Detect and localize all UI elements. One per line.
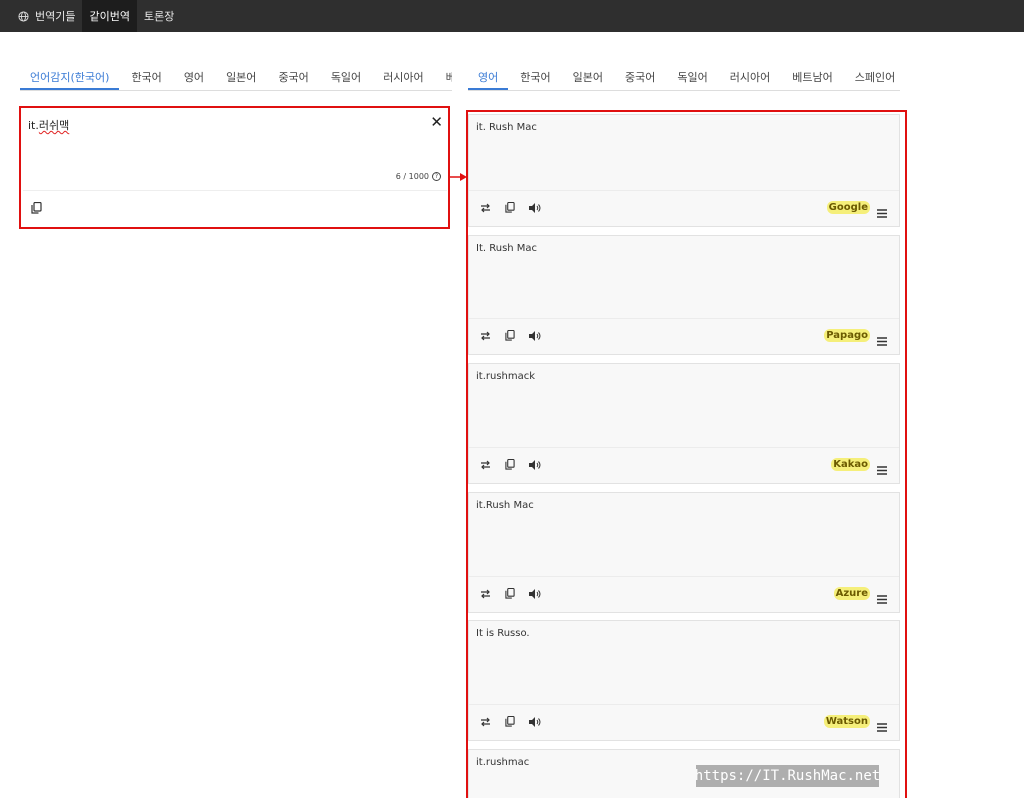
tab-target-english[interactable]: 영어 <box>468 66 509 90</box>
nav-together-translate[interactable]: 같이번역 <box>82 0 137 32</box>
copy-icon[interactable] <box>505 330 515 341</box>
copy-icon[interactable] <box>505 459 515 470</box>
tab-target-japanese[interactable]: 일본어 <box>573 66 603 90</box>
globe-icon <box>18 10 29 22</box>
swap-icon[interactable] <box>480 459 491 470</box>
result-footer: Watson <box>469 704 899 740</box>
result-text[interactable]: it.Rush Mac <box>476 500 534 511</box>
tab-source-chinese[interactable]: 중국어 <box>278 66 308 90</box>
nav-translators-label: 번역기들 <box>35 10 76 23</box>
clear-button[interactable]: ✕ <box>430 113 443 131</box>
copy-icon[interactable] <box>31 202 42 214</box>
watermark: https://IT.RushMac.net <box>695 765 880 787</box>
result-footer: Papago <box>469 318 899 354</box>
source-footer <box>23 190 447 225</box>
result-text[interactable]: it.rushmack <box>476 371 535 382</box>
speaker-icon[interactable] <box>529 330 541 341</box>
copy-icon[interactable] <box>505 202 515 213</box>
target-language-tabs: 영어 한국어 일본어 중국어 독일어 러시아어 베트남어 스페인어 <box>468 66 900 91</box>
char-counter: 6 / 1000 ? <box>396 172 441 181</box>
speaker-icon[interactable] <box>529 202 541 213</box>
source-input[interactable]: it.러쉬맥 <box>28 117 69 133</box>
result-card-papago: It. Rush Mac Papago <box>468 235 900 355</box>
result-text[interactable]: it. Rush Mac <box>476 122 537 133</box>
nav-forum[interactable]: 토론장 <box>137 0 181 32</box>
char-counter-text: 6 / 1000 <box>395 172 429 181</box>
speaker-icon[interactable] <box>529 588 541 599</box>
result-footer: Google <box>469 190 899 226</box>
result-text[interactable]: It. Rush Mac <box>476 243 537 254</box>
result-footer: Kakao <box>469 447 899 483</box>
menu-icon[interactable] <box>877 589 887 608</box>
speaker-icon[interactable] <box>529 459 541 470</box>
menu-icon[interactable] <box>877 203 887 222</box>
swap-icon[interactable] <box>480 202 491 213</box>
result-card-google: it. Rush Mac Google <box>468 114 900 227</box>
result-card-kakao: it.rushmack Kakao <box>468 363 900 484</box>
engine-label: Kakao <box>831 458 870 471</box>
source-text-korean: 러쉬맥 <box>38 119 70 132</box>
source-text-prefix: it. <box>28 119 39 132</box>
tab-target-german[interactable]: 독일어 <box>677 66 707 90</box>
tab-detect-language[interactable]: 언어감지(한국어) <box>20 66 120 90</box>
speaker-icon[interactable] <box>529 716 541 727</box>
engine-label: Watson <box>823 715 870 728</box>
swap-icon[interactable] <box>480 330 491 341</box>
copy-icon[interactable] <box>505 716 515 727</box>
tab-target-chinese[interactable]: 중국어 <box>625 66 655 90</box>
tab-target-spanish[interactable]: 스페인어 <box>855 66 895 90</box>
tab-source-korean[interactable]: 한국어 <box>131 66 161 90</box>
menu-icon[interactable] <box>877 460 887 479</box>
help-icon[interactable]: ? <box>432 172 441 181</box>
result-card-watson: It is Russo. Watson <box>468 620 900 741</box>
tab-source-german[interactable]: 독일어 <box>331 66 361 90</box>
tab-source-english[interactable]: 영어 <box>184 66 204 90</box>
tab-source-japanese[interactable]: 일본어 <box>226 66 256 90</box>
result-text[interactable]: It is Russo. <box>476 628 530 639</box>
source-language-tabs: 언어감지(한국어) 한국어 영어 일본어 중국어 독일어 러시아어 베 <box>20 66 452 91</box>
tab-target-vietnamese[interactable]: 베트남어 <box>792 66 832 90</box>
swap-icon[interactable] <box>480 716 491 727</box>
engine-label: Papago <box>824 329 870 342</box>
result-footer: Azure <box>469 576 899 612</box>
tab-target-korean[interactable]: 한국어 <box>520 66 550 90</box>
tab-source-russian[interactable]: 러시아어 <box>383 66 423 90</box>
result-text[interactable]: it.rushmac <box>476 757 529 768</box>
swap-icon[interactable] <box>480 588 491 599</box>
copy-icon[interactable] <box>505 588 515 599</box>
tab-source-vietnamese[interactable]: 베 <box>446 66 452 90</box>
menu-icon[interactable] <box>877 331 887 350</box>
engine-label: Google <box>826 201 870 214</box>
source-input-panel: it.러쉬맥 ✕ 6 / 1000 ? <box>23 110 447 225</box>
tab-target-russian[interactable]: 러시아어 <box>730 66 770 90</box>
nav-translators[interactable]: 번역기들 <box>0 0 82 32</box>
engine-label: Azure <box>833 587 870 600</box>
result-card-azure: it.Rush Mac Azure <box>468 492 900 613</box>
menu-icon[interactable] <box>877 717 887 736</box>
top-nav: 번역기들 같이번역 토론장 <box>0 0 1024 32</box>
